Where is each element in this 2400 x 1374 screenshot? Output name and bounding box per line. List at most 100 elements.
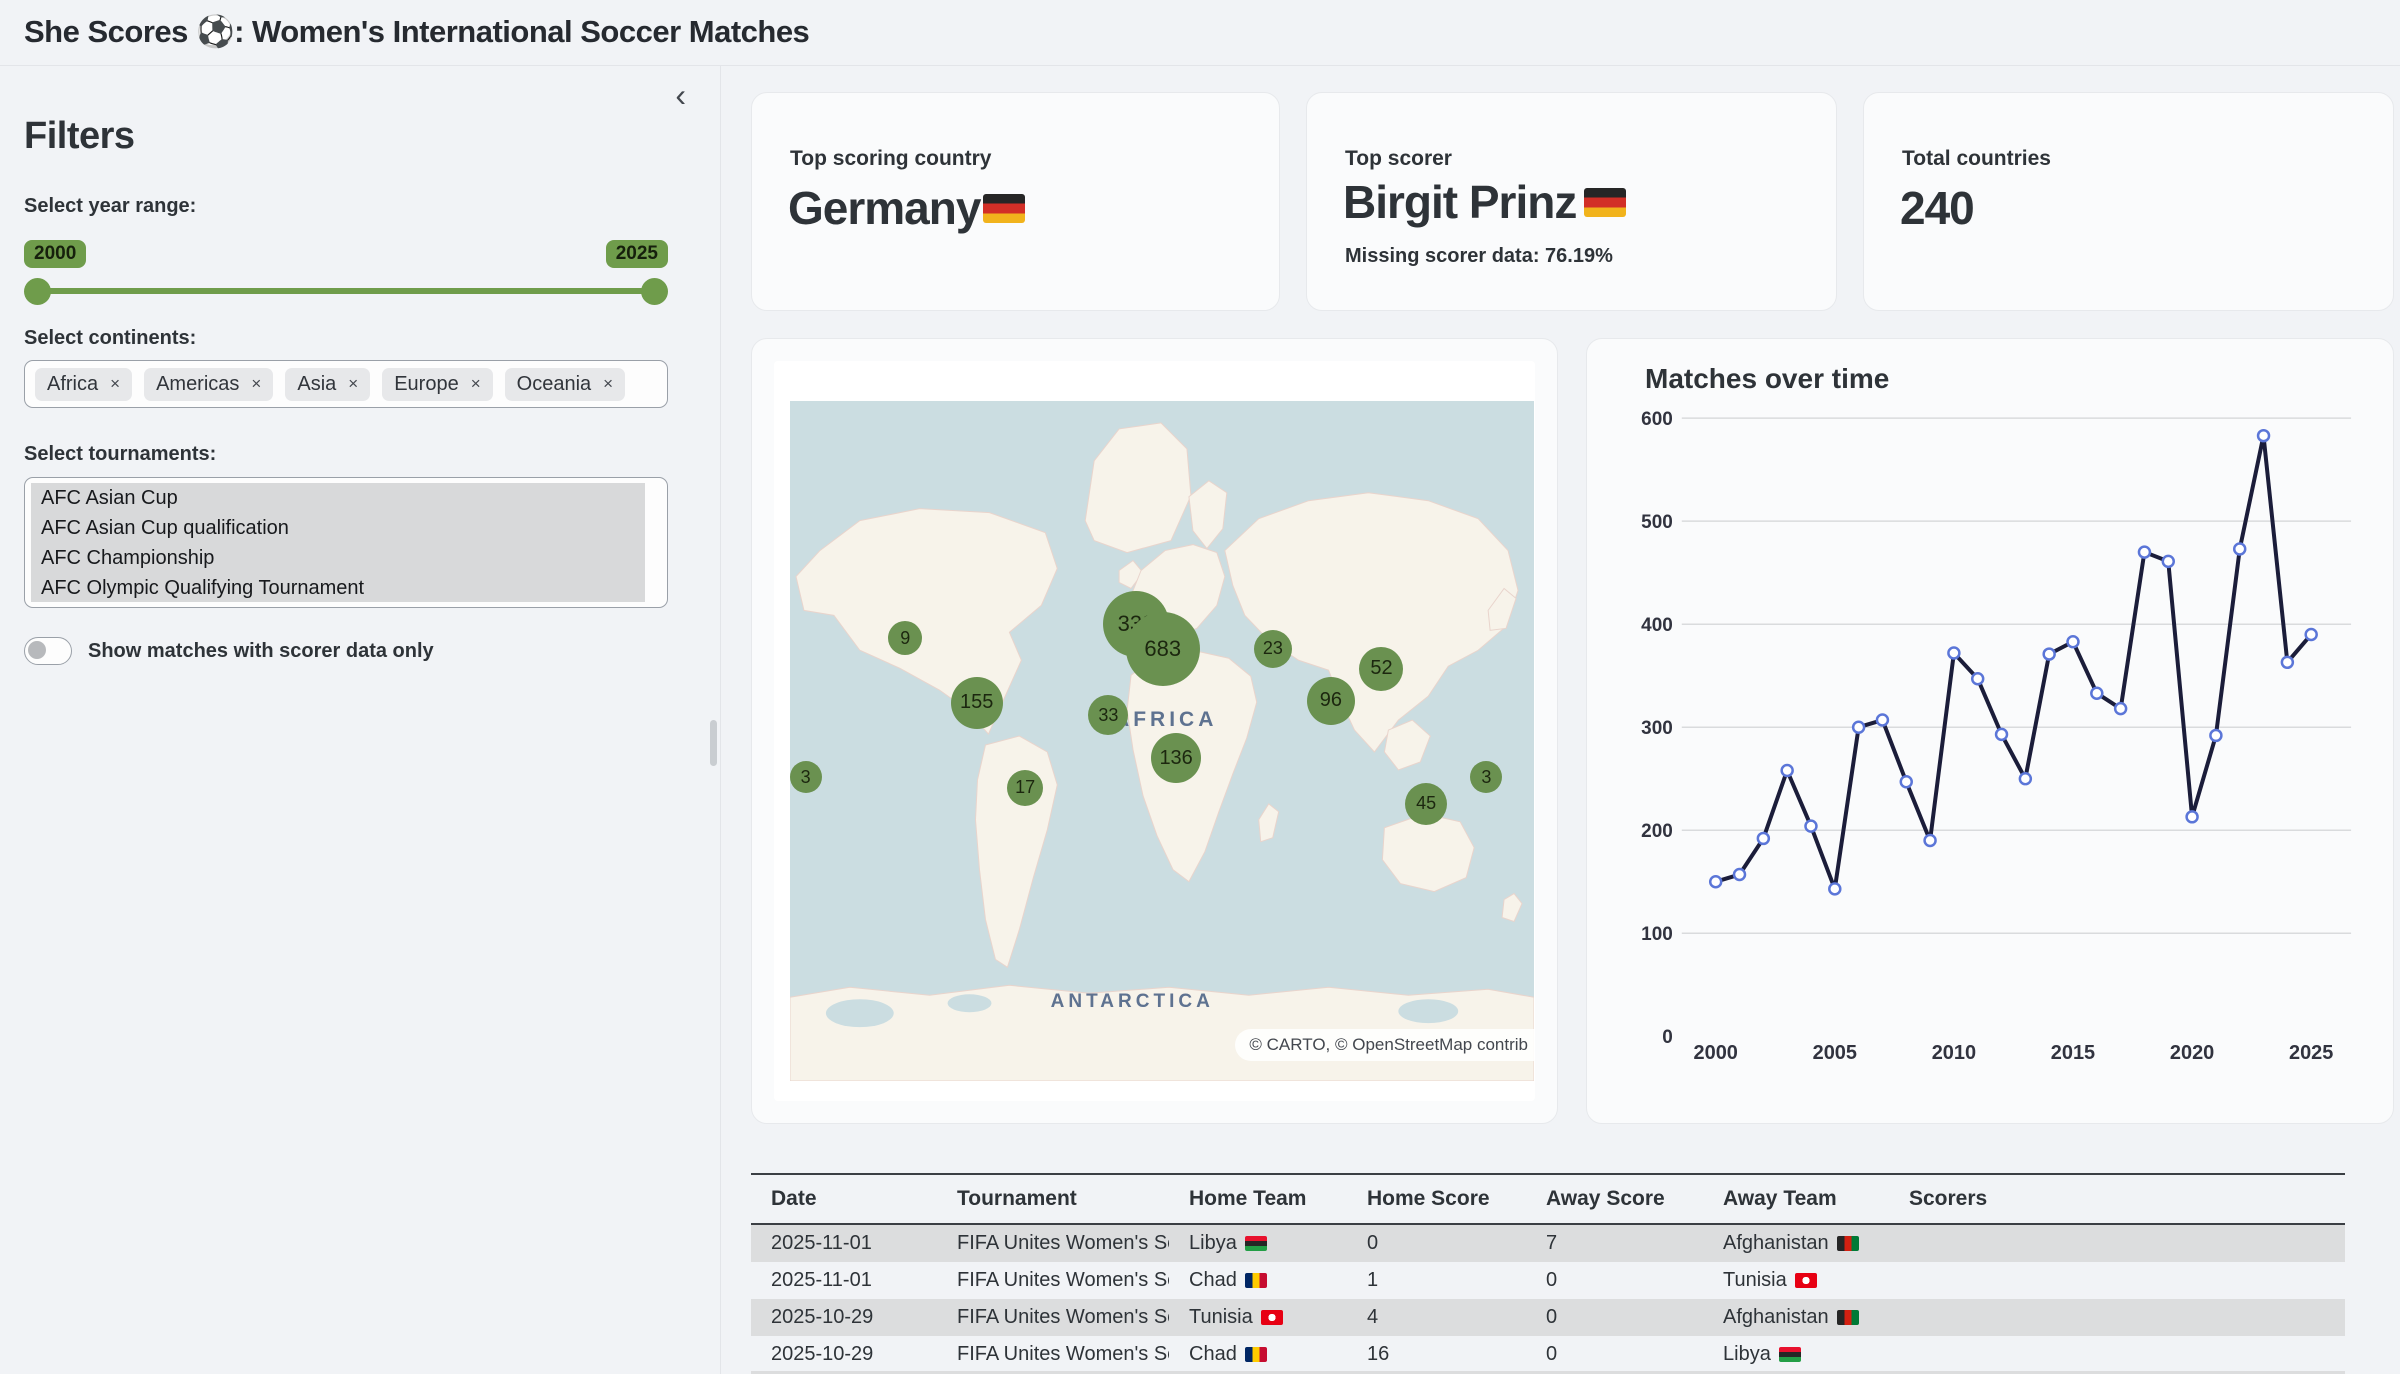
slider-track[interactable]	[34, 288, 658, 294]
table-cell: Libya	[1169, 1224, 1347, 1262]
continent-pill[interactable]: Asia×	[285, 368, 370, 401]
column-header: Date	[751, 1174, 937, 1224]
year-max-badge: 2025	[606, 240, 668, 268]
slider-handle-min[interactable]	[24, 278, 51, 305]
map-cluster-bubble[interactable]: 9	[888, 621, 922, 655]
remove-icon[interactable]: ×	[603, 374, 613, 394]
table-cell	[1889, 1299, 2345, 1336]
tournament-option[interactable]: AFC Olympic Qualifying Tournament	[31, 573, 645, 602]
page-header: She Scores ⚽: Women's International Socc…	[0, 0, 2400, 66]
tunisia-flag-icon	[1261, 1310, 1283, 1325]
map-cluster-bubble[interactable]: 45	[1405, 783, 1447, 825]
svg-text:600: 600	[1641, 409, 1673, 430]
chart-data-point	[2091, 688, 2102, 699]
table-cell	[1889, 1224, 2345, 1262]
svg-text:0: 0	[1662, 1027, 1673, 1048]
chart-data-point	[2282, 657, 2293, 668]
table-cell: FIFA Unites Women's Series	[937, 1299, 1169, 1336]
metric-value: Birgit Prinz	[1343, 175, 1626, 229]
table-cell: FIFA Unites Women's Series	[937, 1224, 1169, 1262]
table-row: 2025-11-01FIFA Unites Women's SeriesLiby…	[751, 1224, 2345, 1262]
tournament-option[interactable]: AFC Asian Cup qualification	[31, 513, 645, 543]
table-cell: 0	[1526, 1262, 1703, 1299]
germany-flag-icon	[983, 194, 1025, 223]
slider-handle-max[interactable]	[641, 278, 668, 305]
map-cluster-bubble[interactable]: 155	[951, 677, 1003, 729]
continents-label: Select continents:	[24, 327, 196, 350]
chart-data-point	[1996, 729, 2007, 740]
filters-sidebar: ‹ Filters Select year range: 2000 2025 S…	[0, 65, 721, 1374]
table-cell: 0	[1526, 1299, 1703, 1336]
map-cluster-bubble[interactable]: 3	[1470, 761, 1502, 793]
remove-icon[interactable]: ×	[251, 374, 261, 394]
map-cluster-bubble[interactable]: 3	[790, 761, 822, 793]
map-cluster-bubble[interactable]: 17	[1007, 770, 1043, 806]
sidebar-scrollbar-thumb[interactable]	[710, 720, 717, 766]
table-row: 2025-10-29FIFA Unites Women's SeriesChad…	[751, 1336, 2345, 1373]
remove-icon[interactable]: ×	[348, 374, 358, 394]
svg-text:200: 200	[1641, 821, 1673, 842]
continent-pill[interactable]: Americas×	[144, 368, 273, 401]
table-cell: 4	[1347, 1299, 1526, 1336]
continents-multiselect[interactable]: Africa×Americas×Asia×Europe×Oceania×	[24, 360, 668, 408]
chart-data-point	[2163, 556, 2174, 567]
libya-flag-icon	[1245, 1236, 1267, 1251]
tournaments-label: Select tournaments:	[24, 443, 216, 466]
chart-data-point	[2139, 547, 2150, 558]
year-range-slider[interactable]: 2000 2025	[24, 240, 668, 320]
scorer-toggle-label: Show matches with scorer data only	[88, 640, 434, 663]
tournament-option[interactable]: AFC Championship	[31, 543, 645, 573]
continent-pill[interactable]: Oceania ×	[505, 368, 625, 401]
metric-label: Top scoring country	[790, 147, 991, 171]
column-header: Away Team	[1703, 1174, 1889, 1224]
chart-card: Matches over time 0100200300400500600200…	[1586, 338, 2394, 1124]
table-cell: 0	[1347, 1224, 1526, 1262]
map-cluster-bubble[interactable]: 23	[1254, 630, 1292, 668]
chart-data-point	[2258, 430, 2269, 441]
svg-text:100: 100	[1641, 924, 1673, 945]
germany-flag-icon	[1584, 188, 1626, 217]
table-cell: Afghanistan	[1703, 1224, 1889, 1262]
scorer-toggle[interactable]	[24, 637, 72, 665]
remove-icon[interactable]: ×	[471, 374, 481, 394]
chart-data-point	[2020, 773, 2031, 784]
chevron-left-icon[interactable]: ‹	[675, 79, 686, 111]
tournaments-listbox[interactable]: AFC Asian CupAFC Asian Cup qualification…	[24, 477, 668, 608]
map-cluster-bubble[interactable]: 96	[1307, 677, 1355, 725]
table-cell: 2025-11-01	[751, 1262, 937, 1299]
svg-text:300: 300	[1641, 718, 1673, 739]
table-row: 2025-11-01FIFA Unites Women's SeriesChad…	[751, 1262, 2345, 1299]
table-cell: 0	[1526, 1336, 1703, 1373]
continent-pill-label: Oceania	[517, 373, 592, 396]
table-cell: 1	[1347, 1262, 1526, 1299]
remove-icon[interactable]: ×	[110, 374, 120, 394]
map-cluster-bubble[interactable]: 136	[1151, 733, 1201, 783]
continent-pill[interactable]: Europe ×	[382, 368, 492, 401]
table-cell: Chad	[1169, 1336, 1347, 1373]
table-cell: Libya	[1703, 1336, 1889, 1373]
metric-card-total-countries: Total countries 240	[1863, 92, 2394, 311]
world-map[interactable]: AFRICA ANTARCTICA 9155333683235296331361…	[790, 401, 1534, 1081]
year-range-label: Select year range:	[24, 195, 196, 218]
chart-data-point	[1948, 648, 1959, 659]
afghanistan-flag-icon	[1837, 1310, 1859, 1325]
tournament-option[interactable]: AFC Asian Cup	[31, 483, 645, 513]
map-cluster-bubble[interactable]: 683	[1126, 612, 1200, 686]
chart-data-point	[2210, 730, 2221, 741]
table-cell: FIFA Unites Women's Series	[937, 1336, 1169, 1373]
table-cell: Tunisia	[1703, 1262, 1889, 1299]
chart-data-point	[1853, 722, 1864, 733]
continent-pill[interactable]: Africa ×	[35, 368, 132, 401]
continent-pill-label: Europe	[394, 373, 459, 396]
map-cluster-bubble[interactable]: 52	[1359, 647, 1403, 691]
afghanistan-flag-icon	[1837, 1236, 1859, 1251]
map-cluster-bubble[interactable]: 33	[1088, 695, 1128, 735]
column-header: Away Score	[1526, 1174, 1703, 1224]
continent-pill-label: Africa	[47, 373, 98, 396]
svg-text:2010: 2010	[1932, 1042, 1976, 1064]
table-cell: Chad	[1169, 1262, 1347, 1299]
chart-data-point	[2306, 629, 2317, 640]
map-attribution[interactable]: © CARTO, © OpenStreetMap contrib	[1235, 1029, 1534, 1061]
app-root: She Scores ⚽: Women's International Socc…	[0, 0, 2400, 1374]
column-header: Home Score	[1347, 1174, 1526, 1224]
